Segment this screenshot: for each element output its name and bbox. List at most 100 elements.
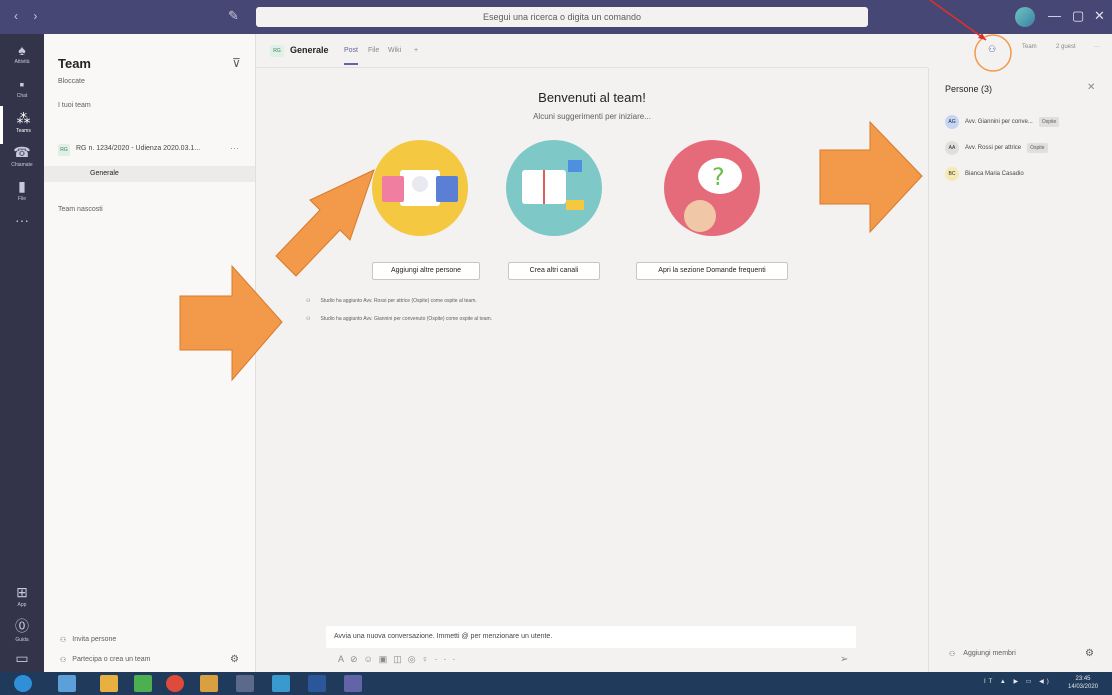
add-members-label: Aggiungi membri	[963, 650, 1016, 657]
rail-label: Teams	[16, 128, 31, 134]
person-name: Bianca Maria Casadio	[965, 171, 1024, 177]
open-faq-button[interactable]: Apri la sezione Domande frequenti	[636, 262, 788, 280]
welcome-subtitle: Alcuni suggerimenti per iniziare...	[533, 112, 651, 121]
bell-icon: ♠	[18, 42, 26, 58]
channel-header: RG Generale Post File Wiki +	[256, 34, 928, 68]
tab-file[interactable]: File	[368, 47, 379, 54]
avatar[interactable]	[1015, 7, 1035, 27]
sticker-icon[interactable]: ◫	[393, 654, 408, 664]
join-icon: ⚇	[60, 657, 67, 664]
tab-wiki[interactable]: Wiki	[388, 47, 401, 54]
join-label: Partecipa o crea un team	[72, 656, 151, 663]
person-row[interactable]: BC Bianca Maria Casadio	[945, 166, 1024, 182]
help-icon: ⓪	[15, 618, 29, 634]
rail-item-chat[interactable]: ▪ Chat	[0, 72, 44, 110]
clock-date: 14/03/2020	[1068, 684, 1099, 690]
close-icon[interactable]: ✕	[1094, 8, 1105, 24]
file-icon: ▮	[18, 178, 26, 194]
teams-list-pane: Team ⊽ Bloccate I tuoi team RG RG n. 123…	[44, 34, 256, 672]
channel-item-generale[interactable]: Generale	[44, 166, 255, 182]
emoji-icon[interactable]: ☺	[364, 654, 379, 664]
team-button-label: Team	[1022, 44, 1037, 50]
system-tray[interactable]: IT ▲ ▶ ▭ ◀)	[984, 678, 1052, 685]
teams-taskbar-icon[interactable]	[344, 675, 362, 692]
faq-illustration: ?	[664, 140, 760, 236]
teams-icon: ⁂	[16, 110, 31, 126]
guests-button[interactable]: 2 guest	[1056, 44, 1076, 50]
clock[interactable]: 23:45 14/03/2020	[1068, 675, 1098, 691]
taskbar-app-icon[interactable]	[272, 675, 290, 692]
rail-item-activity[interactable]: ♠ Attività	[0, 38, 44, 76]
create-channels-button[interactable]: Crea altri canali	[508, 262, 600, 280]
settings-icon[interactable]: ⚙	[1085, 648, 1094, 659]
format-icon[interactable]: A	[338, 654, 350, 664]
filter-icon[interactable]: ⊽	[232, 56, 241, 70]
join-create-team-link[interactable]: ⚇ Partecipa o crea un team	[60, 656, 151, 664]
section-your-teams: I tuoi team	[58, 102, 91, 109]
windows-taskbar: IT ▲ ▶ ▭ ◀) 23:45 14/03/2020	[0, 672, 1112, 695]
rail-item-calls[interactable]: ☎ Chiamate	[0, 140, 44, 178]
person-row[interactable]: AG Avv. Giannini per conve... Ospite	[945, 114, 1060, 130]
praise-icon[interactable]: ♀	[422, 654, 435, 664]
taskbar-app-icon[interactable]	[236, 675, 254, 692]
activity-message: ⚇ Studio ha aggiunto Avv. Giannini per co…	[306, 316, 492, 322]
chat-icon: ▪	[19, 76, 25, 92]
rail-item-files[interactable]: ▮ File	[0, 174, 44, 212]
invite-people-link[interactable]: ⚇ Invita persone	[60, 636, 116, 644]
channel-avatar: RG	[270, 45, 284, 57]
send-icon[interactable]: ➢	[840, 654, 848, 665]
maximize-icon[interactable]: ▢	[1072, 8, 1084, 24]
gif-icon[interactable]: ▣	[379, 654, 394, 664]
apps-icon: ⊞	[16, 584, 28, 600]
back-forward-arrows-icon[interactable]: ‹ ›	[14, 9, 43, 23]
taskbar-app-icon[interactable]	[200, 675, 218, 692]
add-members-button[interactable]: ⚇ Aggiungi membri	[949, 650, 1016, 658]
people-title: Persone (3)	[945, 84, 993, 94]
pane-title: Team	[58, 56, 91, 71]
attach-icon[interactable]: ⊘	[350, 654, 364, 664]
taskbar-app-icon[interactable]	[134, 675, 152, 692]
rail-label: File	[17, 196, 27, 202]
settings-icon[interactable]: ⚙	[230, 654, 239, 665]
more-icon[interactable]: ···	[434, 654, 461, 664]
more-options-icon[interactable]: ···	[1094, 44, 1100, 50]
team-avatar: RG	[58, 144, 70, 156]
person-row[interactable]: AA Avv. Rossi per attrice Ospite	[945, 140, 1048, 156]
rail-more[interactable]: ···	[0, 208, 44, 246]
section-favorites: Bloccate	[58, 78, 85, 85]
invite-label: Invita persone	[72, 636, 117, 643]
new-chat-icon[interactable]: ✎	[228, 8, 244, 24]
taskbar-app-icon[interactable]	[58, 675, 76, 692]
tab-add[interactable]: +	[414, 47, 418, 54]
more-options-icon[interactable]: ···	[230, 143, 239, 153]
clock-time: 23:45	[1075, 676, 1091, 682]
word-icon[interactable]	[308, 675, 326, 692]
person-name: Avv. Giannini per conve...	[965, 119, 1033, 125]
rail-item-teams[interactable]: ⁂ Teams	[0, 106, 44, 144]
question-icon: ?	[684, 158, 742, 232]
search-input[interactable]: Esegui una ricerca o digita un comando	[256, 7, 868, 27]
phone-icon: ☎	[13, 144, 31, 160]
meet-icon[interactable]: ◎	[408, 654, 422, 664]
start-button-icon[interactable]	[14, 675, 32, 692]
folder-icon[interactable]	[100, 675, 118, 692]
close-icon[interactable]: ✕	[1087, 82, 1095, 93]
channel-name: Generale	[90, 170, 119, 177]
tab-post[interactable]: Post	[344, 47, 359, 65]
team-button[interactable]: Team	[1022, 44, 1037, 50]
add-person-icon: ⚇	[949, 651, 956, 658]
minimize-icon[interactable]: —	[1048, 8, 1061, 23]
add-people-button[interactable]: Aggiungi altre persone	[372, 262, 480, 280]
book-icon	[522, 160, 584, 210]
svg-text:?: ?	[712, 163, 725, 191]
rail-label: Attività	[14, 59, 30, 65]
person-name: Avv. Rossi per attrice	[965, 145, 1022, 151]
chrome-icon[interactable]	[166, 675, 184, 692]
team-name: RG n. 1234/2020 - Udienza 2020.03.1...	[76, 145, 201, 152]
people-panel-icon[interactable]: ⚇	[988, 44, 996, 55]
team-item[interactable]: RG RG n. 1234/2020 - Udienza 2020.03.1..…	[44, 140, 255, 160]
guest-badge: Ospite	[1038, 117, 1060, 127]
section-hidden-teams[interactable]: Team nascosti	[58, 206, 103, 213]
rail-item-help[interactable]: ⓪ Guida	[0, 612, 44, 650]
compose-input[interactable]: Avvia una nuova conversazione. Immetti @…	[326, 626, 856, 648]
